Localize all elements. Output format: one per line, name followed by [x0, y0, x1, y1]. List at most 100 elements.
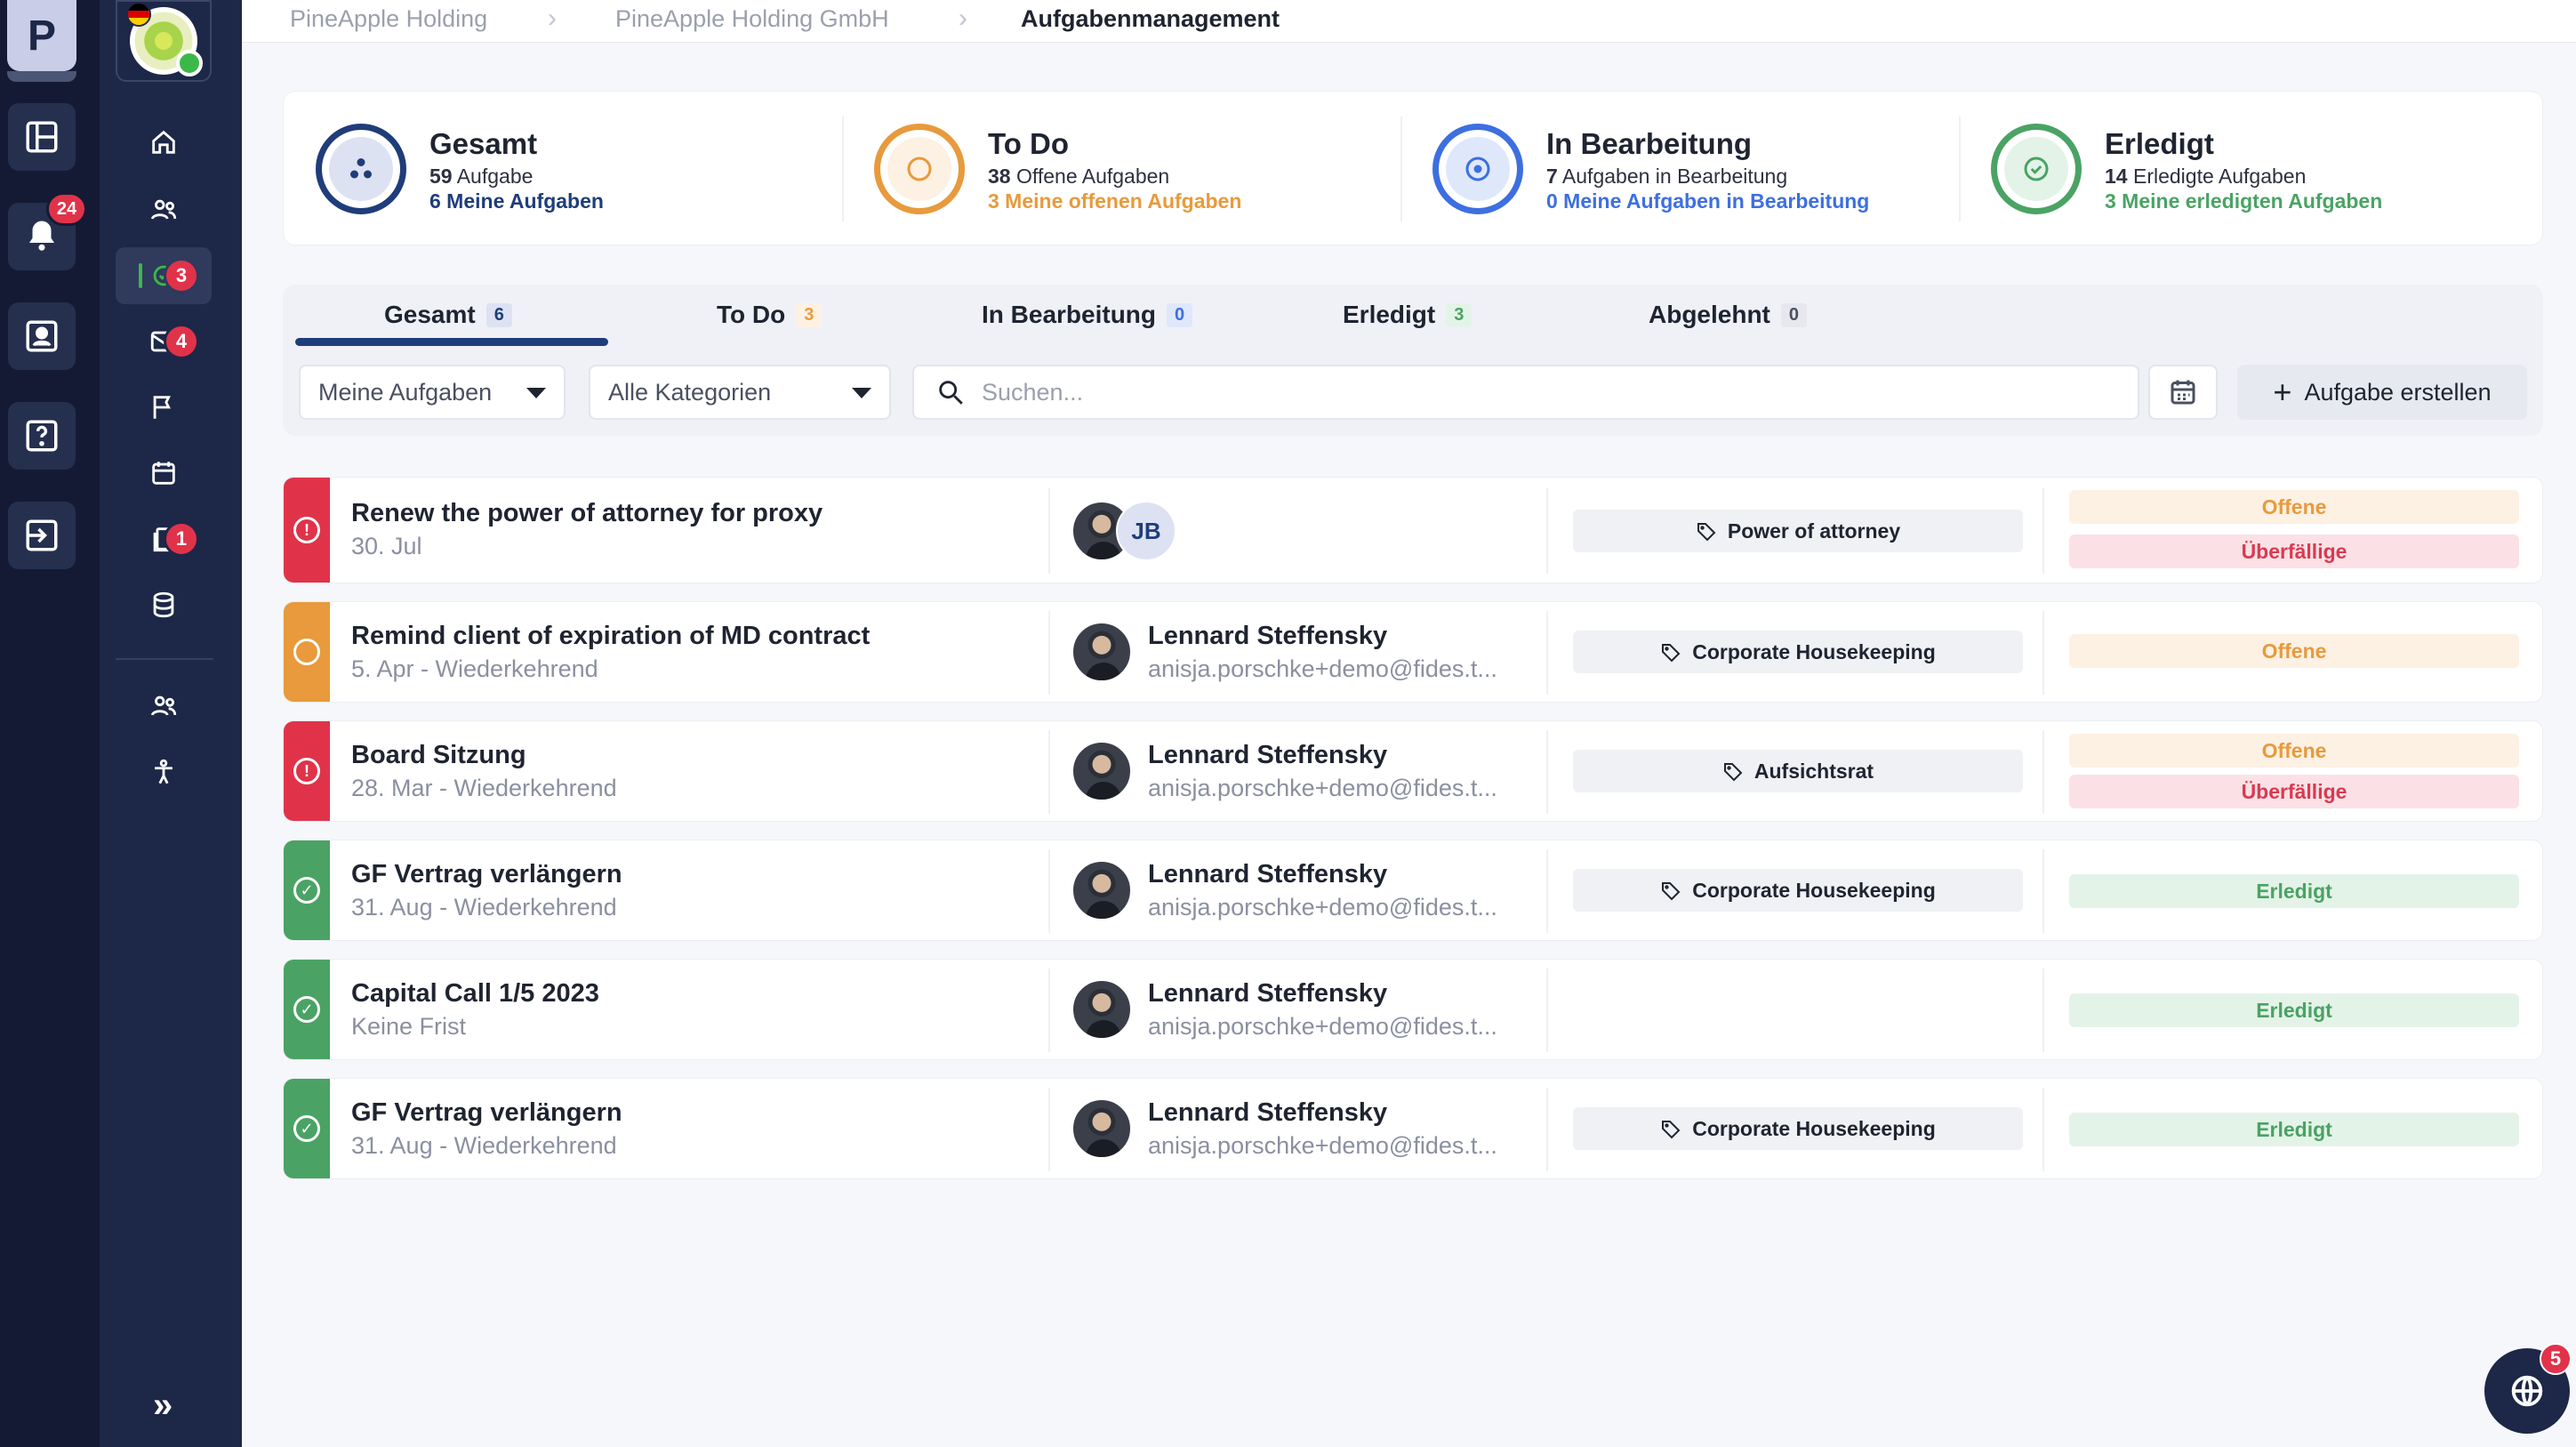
- avatar[interactable]: [1071, 622, 1132, 682]
- tag-icon: [1662, 644, 1681, 663]
- tab-erledigt[interactable]: Erledigt 3: [1343, 301, 1473, 329]
- target-icon: [1465, 157, 1490, 181]
- plus-icon: +: [2273, 374, 2292, 410]
- assignee-initials-avatar[interactable]: JB: [1116, 501, 1176, 561]
- stat-count-line: 38 Offene Aufgaben: [988, 165, 1169, 189]
- avatar[interactable]: [1071, 741, 1132, 801]
- category-tag-label: Corporate Housekeeping: [1692, 1116, 1936, 1140]
- tag-icon: [1697, 523, 1716, 542]
- category-select-value: Alle Kategorien: [608, 378, 772, 406]
- tab-count: 0: [1780, 302, 1808, 327]
- support-chat-button[interactable]: 5: [2484, 1343, 2572, 1434]
- stat-count: 59: [429, 165, 453, 188]
- check-circle-icon: [2024, 157, 2049, 181]
- tab-gesamt[interactable]: Gesamt 6: [384, 301, 512, 329]
- status-badge: Erledigt: [2069, 1113, 2519, 1146]
- stat-count-label: Aufgaben in Bearbeitung: [1561, 165, 1788, 188]
- tab-in-bearbeitung[interactable]: In Bearbeitung 0: [982, 301, 1193, 329]
- stat-title: In Bearbeitung: [1546, 127, 1753, 160]
- assignee-email: anisja.porschke+demo@fides.t...: [1148, 1013, 1497, 1040]
- column-divider: [1546, 730, 1548, 814]
- team-icon: [150, 695, 177, 716]
- logout-button[interactable]: [8, 502, 76, 569]
- breadcrumb-item-holding[interactable]: PineApple Holding: [290, 5, 487, 33]
- german-flag-icon[interactable]: [126, 2, 151, 27]
- nav-home[interactable]: [116, 114, 212, 171]
- category-tag[interactable]: Corporate Housekeeping: [1573, 869, 2023, 912]
- stat-count-line: 59 Aufgabe: [429, 165, 533, 189]
- task-title[interactable]: GF Vertrag verlängern: [351, 1098, 622, 1128]
- assignee-name: Lennard Steffensky: [1148, 979, 1388, 1008]
- task-title[interactable]: Board Sitzung: [351, 741, 526, 770]
- nav-calendar[interactable]: [116, 445, 212, 502]
- nav-team[interactable]: [116, 678, 212, 735]
- tab-abgelehnt[interactable]: Abgelehnt 0: [1649, 301, 1808, 329]
- category-tag[interactable]: Corporate Housekeeping: [1573, 1107, 2023, 1150]
- task-row[interactable]: ! Renew the power of attorney for proxy …: [283, 477, 2543, 583]
- task-due: Keine Frist: [351, 1013, 467, 1040]
- column-divider: [1048, 611, 1050, 695]
- task-row[interactable]: ! Board Sitzung 28. Mar - Wiederkehrend …: [283, 720, 2543, 822]
- accessibility-icon: [155, 759, 173, 784]
- category-tag[interactable]: Aufsichtsrat: [1573, 750, 2023, 792]
- tab-count: 0: [1167, 302, 1193, 327]
- nav-database[interactable]: [116, 576, 212, 633]
- search-icon: [939, 381, 963, 405]
- stat-count: 7: [1546, 165, 1558, 188]
- task-status-bar: [284, 602, 330, 702]
- tab-todo[interactable]: To Do 3: [717, 301, 823, 329]
- stat-done[interactable]: Erledigt 14 Erledigte Aufgaben 3 Meine e…: [1959, 92, 2510, 246]
- mail-badge: 4: [164, 324, 199, 359]
- task-row[interactable]: Remind client of expiration of MD contra…: [283, 601, 2543, 703]
- stat-todo[interactable]: To Do 38 Offene Aufgaben 3 Meine offenen…: [842, 92, 1393, 246]
- assignee-select[interactable]: Meine Aufgaben: [299, 365, 566, 420]
- expand-sidebar-button[interactable]: »: [153, 1386, 173, 1426]
- stat-mine: 0 Meine Aufgaben in Bearbeitung: [1546, 189, 1870, 213]
- app-switcher-button[interactable]: P: [7, 0, 76, 71]
- app-letter: P: [27, 12, 56, 60]
- column-divider: [2042, 611, 2044, 695]
- task-row[interactable]: ✓ GF Vertrag verlängern 31. Aug - Wieder…: [283, 840, 2543, 941]
- task-title[interactable]: Remind client of expiration of MD contra…: [351, 622, 870, 651]
- nav-flags[interactable]: [116, 379, 212, 436]
- stat-count: 14: [2105, 165, 2128, 188]
- column-divider: [1048, 969, 1050, 1052]
- column-divider: [2042, 730, 2044, 814]
- category-tag[interactable]: Corporate Housekeeping: [1573, 631, 2023, 673]
- date-filter-button[interactable]: [2148, 365, 2218, 420]
- create-task-button[interactable]: + Aufgabe erstellen: [2237, 365, 2527, 420]
- category-tag-label: Aufsichtsrat: [1753, 759, 1874, 783]
- app-rail: P 24: [0, 0, 100, 1447]
- task-row[interactable]: ✓ GF Vertrag verlängern 31. Aug - Wieder…: [283, 1078, 2543, 1179]
- nav-people[interactable]: [116, 181, 212, 238]
- category-select[interactable]: Alle Kategorien: [589, 365, 891, 420]
- tab-count: 6: [486, 302, 512, 327]
- help-button[interactable]: [8, 402, 76, 470]
- category-tag[interactable]: Power of attorney: [1573, 510, 2023, 552]
- task-title[interactable]: GF Vertrag verlängern: [351, 860, 622, 889]
- nav-accessibility[interactable]: [116, 744, 212, 800]
- avatar[interactable]: [1071, 860, 1132, 920]
- stat-in-progress[interactable]: In Bearbeitung 7 Aufgaben in Bearbeitung…: [1400, 92, 1952, 246]
- check-circle-icon: ✓: [293, 1115, 320, 1142]
- dashboard-button[interactable]: [8, 103, 76, 171]
- task-due: 30. Jul: [351, 533, 422, 559]
- chevron-down-icon: [526, 388, 546, 398]
- tab-label: To Do: [717, 301, 786, 328]
- status-badge: Offene: [2069, 634, 2519, 668]
- assignee-name: Lennard Steffensky: [1148, 741, 1388, 769]
- avatar[interactable]: [1071, 1098, 1132, 1159]
- task-row[interactable]: ✓ Capital Call 1/5 2023 Keine Frist Lenn…: [283, 959, 2543, 1060]
- task-title[interactable]: Renew the power of attorney for proxy: [351, 499, 823, 528]
- task-due: 5. Apr - Wiederkehrend: [351, 655, 598, 682]
- stat-total[interactable]: Gesamt 59 Aufgabe 6 Meine Aufgaben: [284, 92, 835, 246]
- column-divider: [1546, 1088, 1548, 1171]
- company-logo[interactable]: [116, 0, 212, 82]
- contacts-button[interactable]: [8, 302, 76, 370]
- overdue-icon: !: [293, 758, 320, 784]
- task-title[interactable]: Capital Call 1/5 2023: [351, 979, 599, 1009]
- avatar[interactable]: [1071, 979, 1132, 1040]
- check-circle-icon: ✓: [293, 877, 320, 904]
- search-input[interactable]: Suchen...: [912, 365, 2139, 420]
- breadcrumb-item-gmbh[interactable]: PineApple Holding GmbH: [615, 5, 889, 33]
